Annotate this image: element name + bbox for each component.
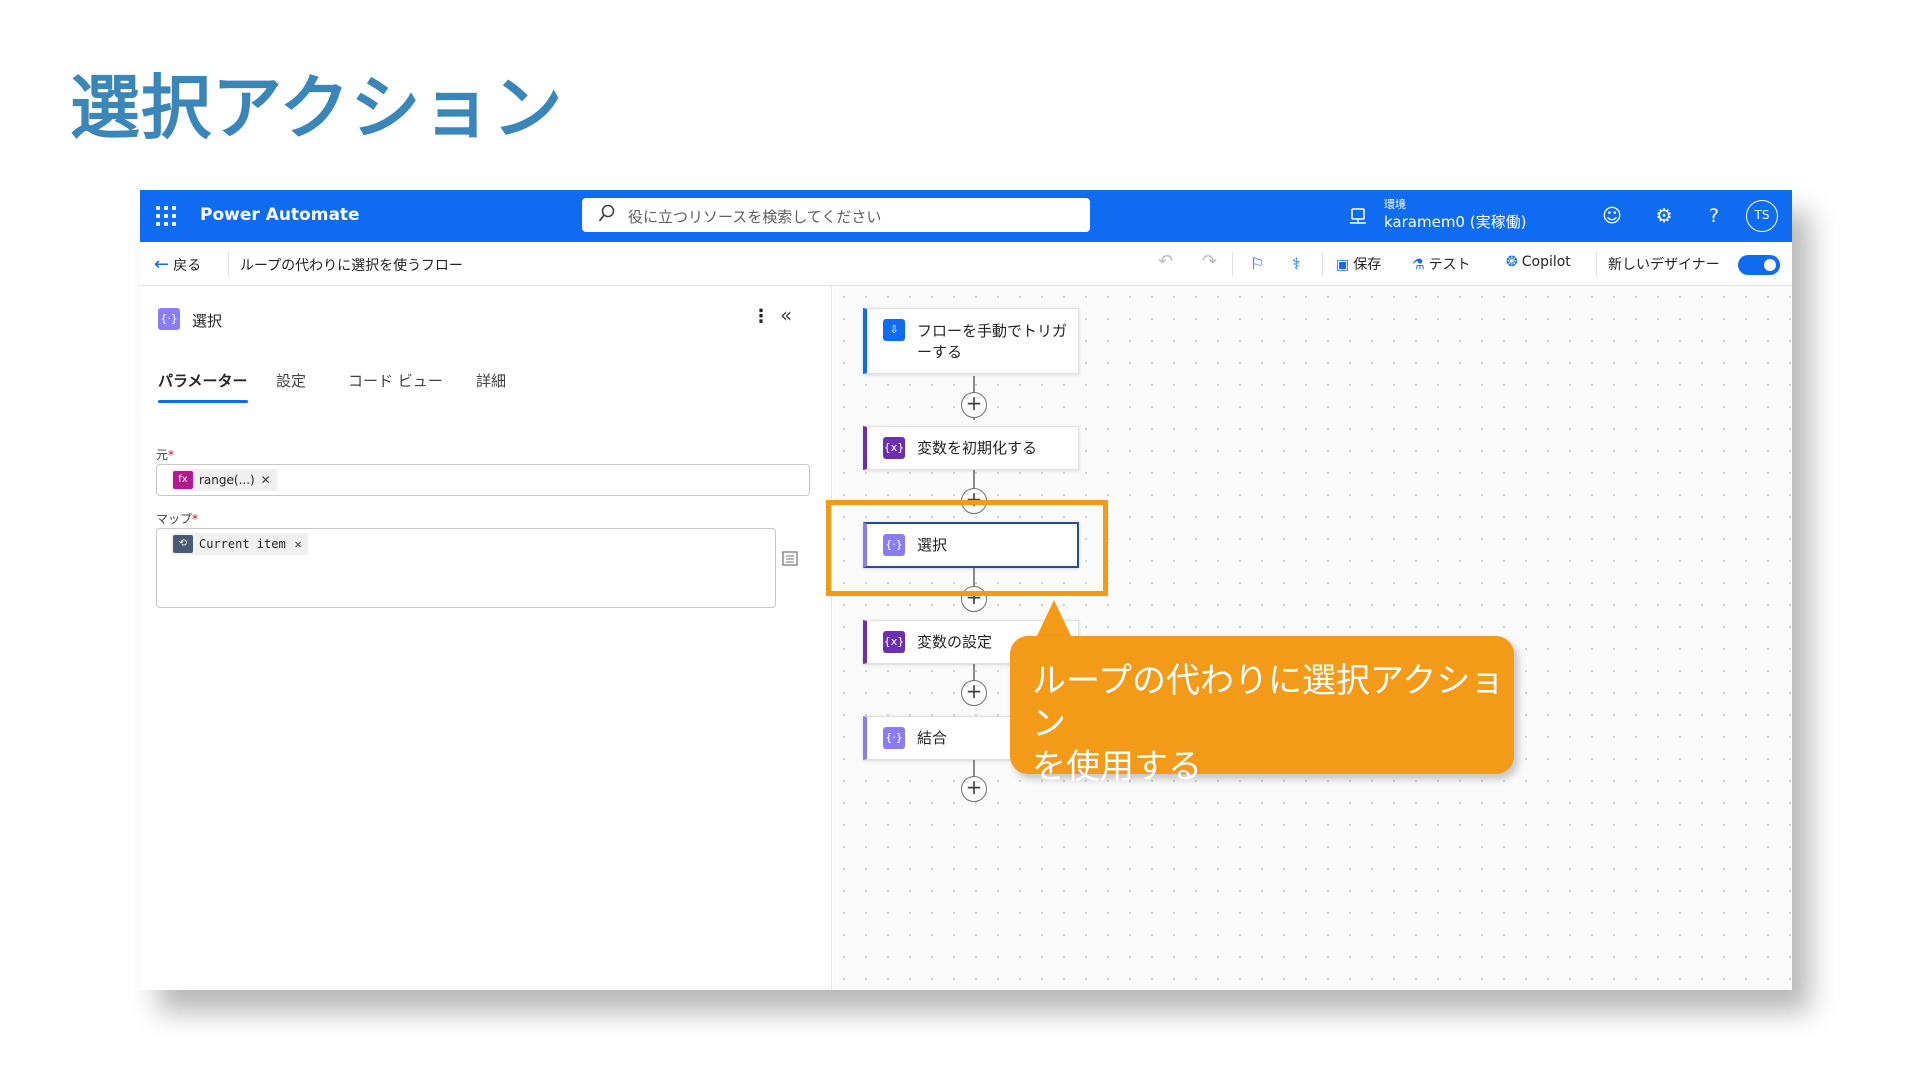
collapse-panel-icon[interactable]: « xyxy=(780,303,792,327)
remove-token-icon[interactable]: ✕ xyxy=(294,533,301,555)
flow-name: ループの代わりに選択を使うフロー xyxy=(240,258,463,274)
search-icon xyxy=(598,204,615,222)
current-item-token[interactable]: ⟲ Current item ✕ xyxy=(171,533,308,555)
join-icon: {·} xyxy=(883,727,905,749)
select-action-icon: {·} xyxy=(158,308,180,330)
flow-card-initialize-variable[interactable]: {x} 変数を初期化する xyxy=(863,426,1079,470)
top-bar: Power Automate 役に立つリソースを検索してください 環境 kara… xyxy=(140,190,1792,242)
flow-checker-icon[interactable]: ⚐ xyxy=(1250,254,1264,273)
card-label: 結合 xyxy=(917,729,948,747)
from-field[interactable]: fx range(...) ✕ xyxy=(156,464,810,496)
environment-icon[interactable] xyxy=(1348,206,1368,226)
search-box[interactable]: 役に立つリソースを検索してください xyxy=(582,198,1090,232)
copilot-label: Copilot xyxy=(1521,254,1571,270)
add-action-button[interactable]: + xyxy=(961,392,987,418)
environment-label: 環境 xyxy=(1384,198,1406,211)
back-arrow-icon: ← xyxy=(154,254,170,275)
user-avatar[interactable]: TS xyxy=(1746,200,1778,232)
divider xyxy=(1322,252,1323,276)
callout: ループの代わりに選択アクション を使用する xyxy=(1010,636,1514,787)
tab-parameters[interactable]: パラメーター xyxy=(158,370,248,403)
card-label: フローを手動でトリガ ーする xyxy=(917,322,1068,361)
app-name[interactable]: Power Automate xyxy=(200,205,360,225)
expression-token[interactable]: fx range(...) ✕ xyxy=(171,469,277,491)
highlight-box xyxy=(826,500,1108,596)
app-launcher-icon[interactable] xyxy=(156,206,176,226)
save-icon: ▣ xyxy=(1336,257,1350,273)
stethoscope-icon[interactable]: ⚕ xyxy=(1292,254,1301,273)
settings-gear-icon[interactable]: ⚙ xyxy=(1652,204,1676,228)
callout-pointer xyxy=(1036,600,1072,638)
back-label: 戻る xyxy=(173,258,202,274)
flask-icon: ⚗ xyxy=(1412,257,1425,273)
panel-title: 選択 xyxy=(192,312,223,330)
action-details-panel: {·} 選択 ⋮ « パラメーター 設定 コード ビュー 詳細 元* fx ra… xyxy=(140,286,832,990)
divider xyxy=(1596,252,1597,276)
flow-card-manual-trigger[interactable]: ⇩ フローを手動でトリガ ーする xyxy=(863,308,1079,374)
card-label: 変数の設定 xyxy=(917,633,993,651)
callout-line-2: を使用する xyxy=(1032,747,1202,787)
slide-title: 選択アクション xyxy=(70,67,564,149)
expression-token-label: range(...) xyxy=(199,473,255,487)
tab-settings[interactable]: 設定 xyxy=(276,370,306,391)
copilot-icon: ❂ xyxy=(1506,254,1518,270)
environment-name[interactable]: karamem0 (実稼働) xyxy=(1384,211,1526,232)
save-button[interactable]: ▣ 保存 xyxy=(1336,254,1381,274)
new-designer-label: 新しいデザイナー xyxy=(1608,257,1720,273)
variable-icon: {x} xyxy=(883,437,905,459)
current-item-token-label: Current item xyxy=(199,537,286,551)
map-field-label: マップ* xyxy=(156,512,199,526)
switch-to-text-mode-icon[interactable] xyxy=(780,548,800,568)
feedback-smiley-icon[interactable]: ☺ xyxy=(1600,204,1624,228)
trigger-icon: ⇩ xyxy=(883,319,905,341)
divider xyxy=(1232,252,1233,276)
tab-details[interactable]: 詳細 xyxy=(476,370,506,391)
remove-token-icon[interactable]: ✕ xyxy=(261,469,271,491)
new-designer-toggle[interactable] xyxy=(1738,255,1780,275)
more-options-icon[interactable]: ⋮ xyxy=(752,306,770,327)
command-bar: ← 戻る ループの代わりに選択を使うフロー ↶ ↷ ⚐ ⚕ ▣ 保存 ⚗ テスト ❂ C… xyxy=(140,242,1792,286)
variable-icon: {x} xyxy=(883,631,905,653)
save-label: 保存 xyxy=(1353,257,1382,273)
loop-item-icon: ⟲ xyxy=(173,535,193,553)
search-placeholder: 役に立つリソースを検索してください xyxy=(628,208,882,226)
divider xyxy=(228,252,229,276)
add-action-button[interactable]: + xyxy=(961,776,987,802)
test-label: テスト xyxy=(1428,257,1471,273)
test-button[interactable]: ⚗ テスト xyxy=(1412,254,1471,274)
copilot-button[interactable]: ❂ Copilot xyxy=(1506,254,1571,270)
help-icon[interactable]: ? xyxy=(1702,204,1726,228)
redo-icon[interactable]: ↷ xyxy=(1202,251,1217,272)
tab-code-view[interactable]: コード ビュー xyxy=(348,370,443,391)
callout-line-1: ループの代わりに選択アクション xyxy=(1032,661,1505,744)
add-action-button[interactable]: + xyxy=(961,680,987,706)
from-field-label: 元* xyxy=(156,448,175,462)
function-icon: fx xyxy=(173,471,193,489)
map-field[interactable]: ⟲ Current item ✕ xyxy=(156,528,776,608)
undo-icon[interactable]: ↶ xyxy=(1158,251,1173,272)
card-label: 変数を初期化する xyxy=(917,439,1038,457)
back-button[interactable]: ← 戻る xyxy=(154,254,201,275)
